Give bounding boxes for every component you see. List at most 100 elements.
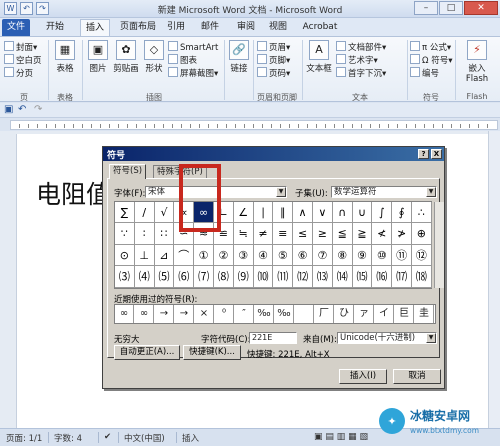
symbol-cell[interactable]: ⑷ [134,266,155,288]
symbol-cell[interactable]: ⑿ [293,266,313,288]
recent-symbol-cell[interactable]: ひ [335,305,354,323]
symbol-cell[interactable]: ≡ [273,223,294,245]
symbol-cell[interactable]: ≤ [293,223,313,245]
dialog-close-button[interactable]: X [431,149,442,159]
symbol-cell[interactable]: ∶ [134,223,155,245]
recent-symbol-cell[interactable]: イ [375,305,394,323]
page-count[interactable]: 页面: 1/1 [6,432,42,444]
tab-symbols[interactable]: 符号(S) [109,164,147,179]
recent-symbol-cell[interactable]: × [195,305,214,323]
symbol-cell[interactable]: ∩ [332,202,353,224]
symbol-cell[interactable]: ⑧ [332,244,353,267]
embed-flash-button[interactable]: ⚡ 嵌入 Flash [458,40,496,84]
symbol-cell[interactable]: ⑹ [174,266,195,288]
symbol-cell[interactable]: ⑦ [313,244,333,267]
symbol-cell[interactable]: ∠ [233,202,254,224]
redo-icon[interactable]: ↷ [34,104,42,115]
footer-button[interactable]: 页脚▾ [257,54,290,66]
page-break-button[interactable]: 分页 [4,67,33,79]
tab-2[interactable]: 插入 [80,19,110,36]
symbol-cell[interactable]: ⊥ [134,244,155,267]
symbol-cell[interactable]: ∥ [273,202,294,224]
blank-page-button[interactable]: 空白页 [4,54,42,66]
symbol-cell[interactable]: ⑥ [293,244,313,267]
symbol-cell[interactable]: √ [154,202,175,224]
symbol-cell[interactable]: ⑤ [273,244,294,267]
symbol-cell[interactable]: ≮ [372,223,393,245]
view-buttons[interactable]: ▣ ▤ ▥ ▦ ▧ [314,432,368,442]
charcode-field[interactable]: 221E [249,332,297,344]
save-icon[interactable]: ▣ [4,104,13,115]
recent-symbol-cell[interactable]: ∞ [135,305,154,323]
insert-button[interactable]: 插入(I) [339,369,387,384]
symbol-cell[interactable]: ≥ [313,223,333,245]
symbol-cell[interactable]: ⑶ [115,266,135,288]
symbol-cell[interactable]: ⑺ [194,266,214,288]
symbol-cell[interactable]: ⊿ [154,244,175,267]
symbol-grid-scrollbar[interactable] [434,202,444,288]
links-button[interactable]: 🔗 链接 [227,40,251,74]
picture-button[interactable]: ▣ 图片 [86,40,110,74]
wordart-button[interactable]: 艺术字▾ [336,54,378,66]
symbol-cell[interactable]: ⒅ [412,266,432,288]
symbol-cell[interactable]: ⑪ [392,244,412,267]
symbol-cell[interactable]: ⒀ [313,266,333,288]
symbol-cell[interactable]: ≧ [352,223,373,245]
symbol-cell[interactable]: ∣ [253,202,274,224]
symbol-cell[interactable]: ∴ [412,202,432,224]
symbol-cell[interactable]: ③ [233,244,254,267]
symbol-cell[interactable]: ∪ [352,202,373,224]
symbol-cell[interactable]: ≯ [392,223,412,245]
symbol-cell[interactable]: ⊕ [412,223,432,245]
recent-symbol-cell[interactable]: → [175,305,194,323]
symbol-cell[interactable]: ∕ [134,202,155,224]
symbol-cell[interactable]: ≦ [332,223,353,245]
document-text[interactable]: 电阻值 [36,175,111,211]
smartart-button[interactable]: SmartArt [168,41,218,53]
tab-1[interactable]: 开始 [38,19,72,36]
recent-symbol-cell[interactable]: ‰ [275,305,294,323]
clipart-button[interactable]: ✿ 剪贴画 [112,40,140,74]
recent-symbol-cell[interactable]: 巨 [395,305,414,323]
textbox-button[interactable]: A 文本框 [304,40,334,74]
symbol-cell[interactable]: ⑸ [154,266,175,288]
symbol-cell[interactable]: ① [194,244,214,267]
recent-symbol-cell[interactable]: ″ [235,305,254,323]
tab-6[interactable]: 审阅 [234,19,258,36]
shapes-button[interactable]: ◇ 形状 [142,40,166,74]
symbol-cell[interactable]: ⑩ [372,244,393,267]
recent-symbol-cell[interactable]: 厂 [315,305,334,323]
symbol-cell[interactable]: ∵ [115,223,135,245]
symbol-cell[interactable]: ≒ [233,223,254,245]
language-indicator[interactable]: 中文(中国) [124,432,165,444]
vertical-scrollbar[interactable] [488,131,500,428]
insert-mode[interactable]: 插入 [182,432,199,444]
cancel-button[interactable]: 取消 [393,369,441,384]
word-count[interactable]: 字数: 4 [54,432,82,444]
symbol-cell[interactable]: ∧ [293,202,313,224]
symbol-cell[interactable]: ∷ [154,223,175,245]
undo-icon[interactable]: ↶ [18,104,26,115]
symbol-cell[interactable]: ∨ [313,202,333,224]
table-button[interactable]: ▦ 表格 [52,40,78,74]
symbol-cell[interactable]: ⒁ [332,266,353,288]
symbol-cell[interactable]: ⌒ [174,244,195,267]
autocorrect-button[interactable]: 自动更正(A)... [114,345,180,360]
quick-parts-button[interactable]: 文档部件▾ [336,41,386,53]
symbol-button[interactable]: Ω 符号▾ [410,54,452,66]
drop-cap-button[interactable]: 首字下沉▾ [336,67,386,79]
recent-symbol-cell[interactable] [295,305,314,323]
symbol-cell[interactable]: ⑾ [273,266,294,288]
symbol-cell[interactable]: ⒂ [352,266,373,288]
subset-select[interactable]: 数学运算符 ▼ [331,186,437,198]
symbol-cell[interactable]: ∮ [392,202,412,224]
symbol-cell[interactable]: ∑ [115,202,135,224]
header-button[interactable]: 页眉▾ [257,41,290,53]
recent-symbol-cell[interactable]: ∞ [115,305,134,323]
symbol-cell[interactable]: ⊙ [115,244,135,267]
recent-symbol-cell[interactable]: → [155,305,174,323]
minimize-button[interactable]: – [414,1,438,15]
help-button[interactable]: ? [418,149,429,159]
recent-symbol-cell[interactable]: ⁰ [215,305,234,323]
tab-3[interactable]: 页面布局 [116,19,160,36]
